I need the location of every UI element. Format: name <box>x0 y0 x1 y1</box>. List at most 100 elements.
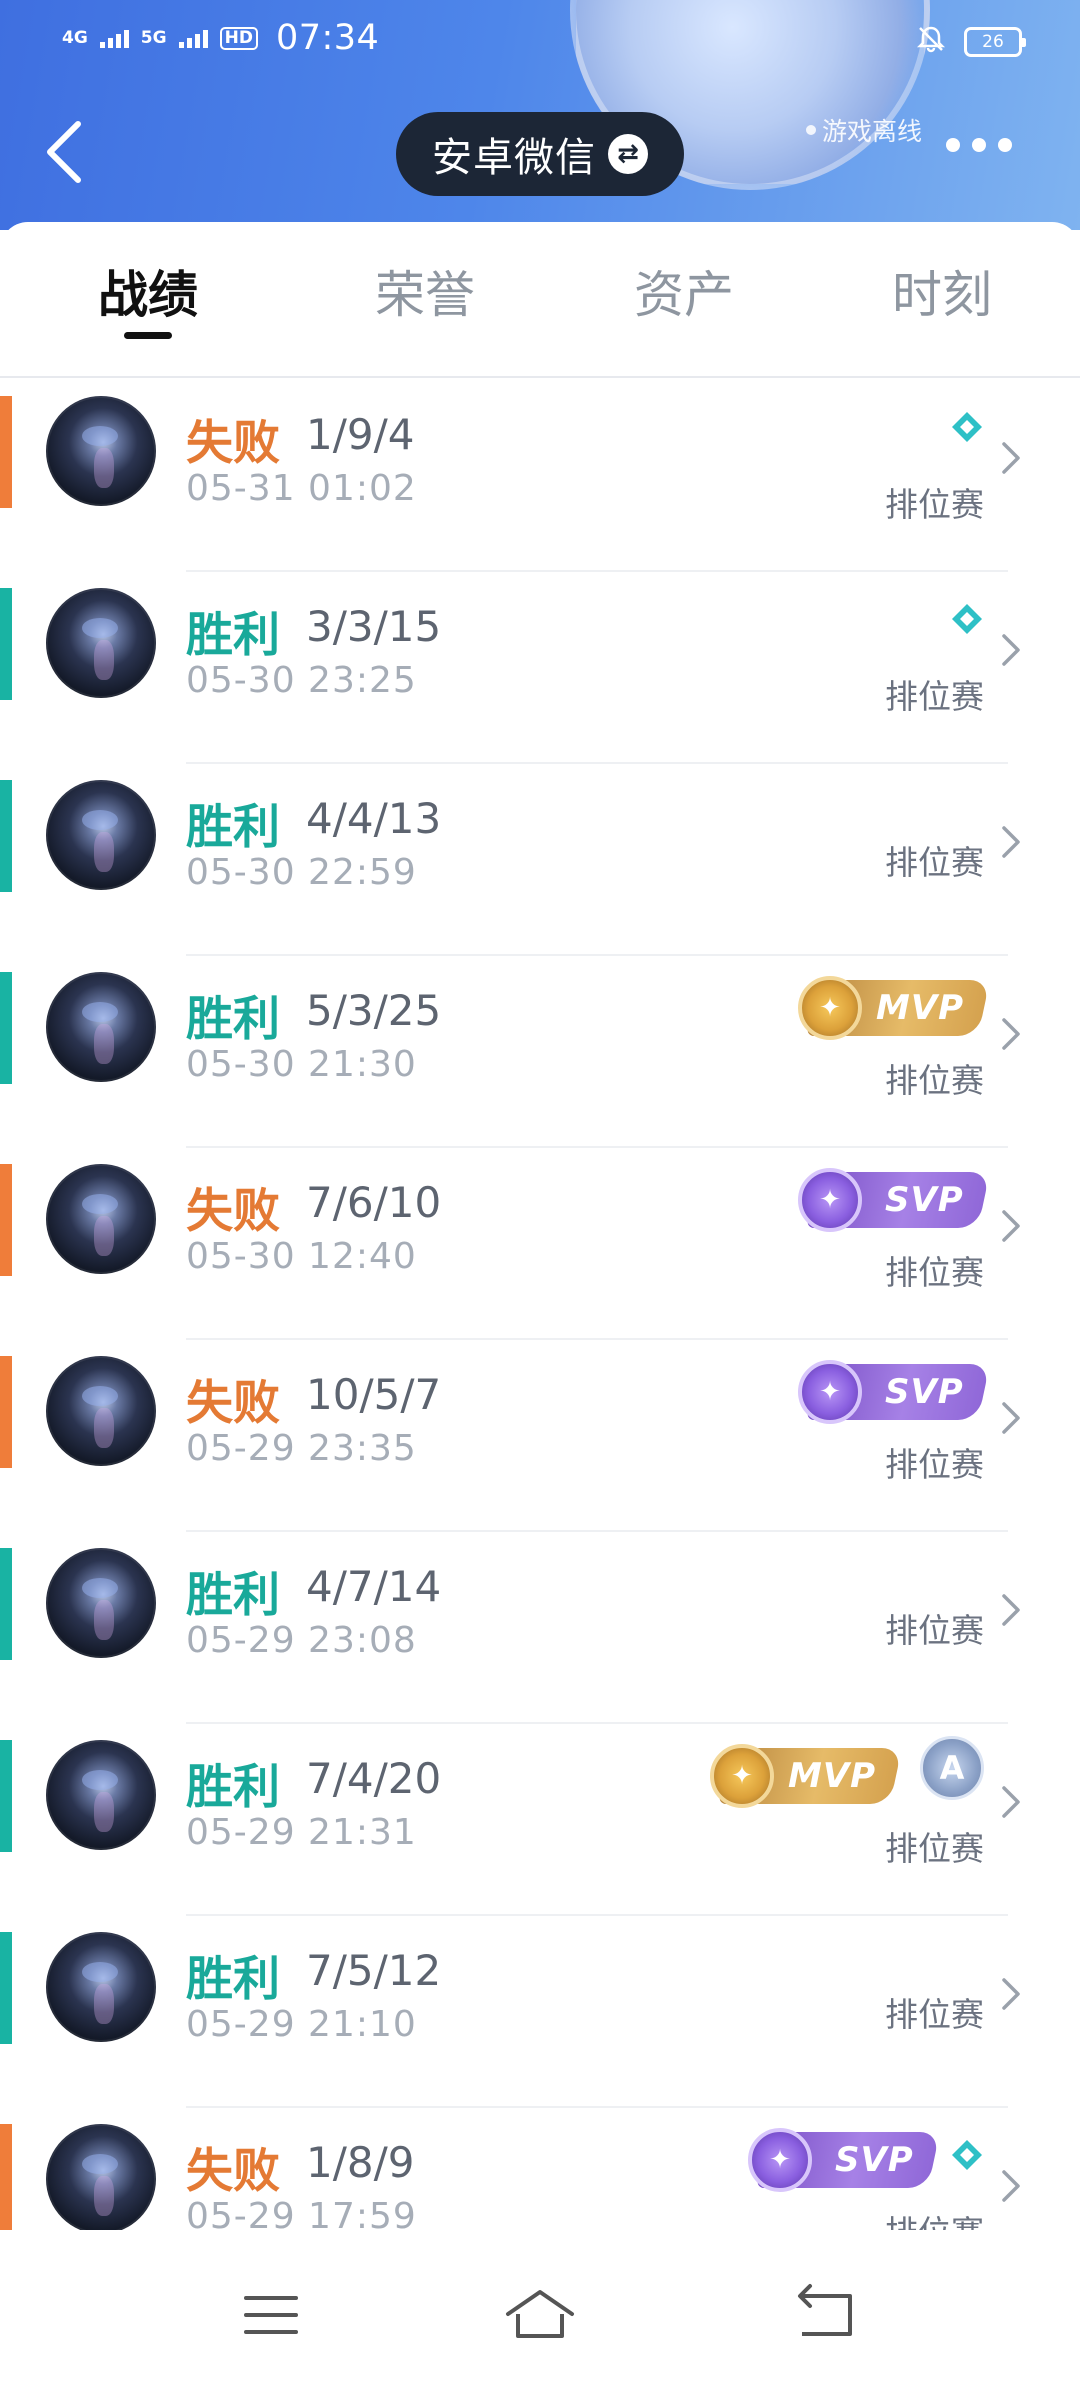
match-mode: 排位赛 <box>885 843 984 882</box>
network-5g-label: 5G <box>140 27 167 48</box>
match-kda: 1/8/9 <box>306 2138 415 2187</box>
match-result: 胜利 <box>186 1760 280 1815</box>
match-kda: 1/9/4 <box>306 410 415 459</box>
result-indicator-bar <box>0 780 12 892</box>
tab-bar: 战绩 荣誉 资产 时刻 <box>0 222 1080 378</box>
chevron-left-icon <box>47 121 81 183</box>
match-time: 05-31 01:02 <box>186 468 417 509</box>
chevron-right-icon <box>1002 1594 1020 1626</box>
match-mode: 排位赛 <box>885 1061 984 1100</box>
back-button[interactable] <box>38 112 94 192</box>
chevron-right-icon <box>1002 1978 1020 2010</box>
chevron-right-icon <box>1002 634 1020 666</box>
clock: 07:34 <box>275 18 380 58</box>
result-indicator-bar <box>0 972 12 1084</box>
match-result: 失败 <box>186 2144 280 2199</box>
chevron-right-icon <box>1002 826 1020 858</box>
svp-badge: SVP <box>798 1168 990 1232</box>
svp-badge: SVP <box>748 2128 940 2192</box>
match-row[interactable]: 失败 1/9/4 05-31 01:02 排位赛 <box>0 380 1080 572</box>
match-row[interactable]: 胜利 4/7/14 05-29 23:08 排位赛 <box>0 1532 1080 1724</box>
match-kda: 3/3/15 <box>306 602 442 651</box>
hero-avatar <box>46 1356 156 1466</box>
svp-badge: SVP <box>798 1360 990 1424</box>
bell-off-icon <box>916 24 946 59</box>
match-row[interactable]: 胜利 7/5/12 05-29 21:10 排位赛 <box>0 1916 1080 2108</box>
tab-moments[interactable]: 时刻 <box>862 222 1022 378</box>
hero-avatar <box>46 972 156 1082</box>
tab-records[interactable]: 战绩 <box>68 222 228 378</box>
swap-icon: ⇄ <box>608 134 648 174</box>
match-result: 胜利 <box>186 608 280 663</box>
match-row[interactable]: 胜利 7/4/20 05-29 21:31 A MVP 排位赛 <box>0 1724 1080 1916</box>
match-mode: 排位赛 <box>885 1995 984 2034</box>
account-switch-label: 安卓微信 <box>432 135 596 181</box>
hero-avatar <box>46 1548 156 1658</box>
result-indicator-bar <box>0 1740 12 1852</box>
match-row[interactable]: 失败 10/5/7 05-29 23:35 SVP 排位赛 <box>0 1340 1080 1532</box>
match-time: 05-29 21:31 <box>186 1812 417 1853</box>
match-kda: 5/3/25 <box>306 986 442 1035</box>
result-indicator-bar <box>0 1932 12 2044</box>
hero-avatar <box>46 588 156 698</box>
menu-button[interactable] <box>212 2230 332 2400</box>
match-time: 05-30 23:25 <box>186 660 417 701</box>
status-dot-icon <box>806 125 816 135</box>
more-dot <box>972 138 986 152</box>
match-kda: 4/4/13 <box>306 794 442 843</box>
network-4g-label: 4G <box>62 27 88 48</box>
offline-label: 游戏离线 <box>822 117 923 146</box>
match-row[interactable]: 胜利 3/3/15 05-30 23:25 排位赛 <box>0 572 1080 764</box>
match-kda: 7/6/10 <box>306 1178 442 1227</box>
hero-avatar <box>46 2124 156 2234</box>
match-mode: 排位赛 <box>885 485 984 524</box>
match-result: 胜利 <box>186 1952 280 2007</box>
home-icon <box>506 2290 574 2338</box>
account-switch-button[interactable]: 安卓微信 ⇄ <box>396 112 684 196</box>
mvp-medal-icon <box>798 976 862 1040</box>
menu-icon <box>244 2296 298 2334</box>
battery-icon: 26 <box>964 26 1026 57</box>
hero-avatar <box>46 780 156 890</box>
match-mode: 排位赛 <box>885 1829 984 1868</box>
match-mode: 排位赛 <box>885 1445 984 1484</box>
match-result: 胜利 <box>186 1568 280 1623</box>
mvp-badge: MVP <box>710 1744 902 1808</box>
match-row[interactable]: 胜利 4/4/13 05-30 22:59 排位赛 <box>0 764 1080 956</box>
tab-honors[interactable]: 荣誉 <box>345 222 505 378</box>
match-result: 胜利 <box>186 800 280 855</box>
svp-medal-icon <box>798 1168 862 1232</box>
match-kda: 10/5/7 <box>306 1370 442 1419</box>
match-time: 05-29 23:35 <box>186 1428 417 1469</box>
hero-avatar <box>46 396 156 506</box>
game-offline-status: 游戏离线 <box>806 112 922 148</box>
rank-diamond-icon <box>952 604 982 634</box>
header: 4G 5G HD 07:34 26 游戏离线 安卓微信 ⇄ <box>0 0 1080 230</box>
match-time: 05-30 22:59 <box>186 852 417 893</box>
match-result: 失败 <box>186 1376 280 1431</box>
status-bar: 4G 5G HD 07:34 26 <box>0 0 1080 86</box>
a-rank-badge: A <box>920 1736 984 1800</box>
match-result: 失败 <box>186 1184 280 1239</box>
match-row[interactable]: 胜利 5/3/25 05-30 21:30 MVP 排位赛 <box>0 956 1080 1148</box>
system-nav-bar <box>0 2230 1080 2400</box>
rank-diamond-icon <box>952 412 982 442</box>
result-indicator-bar <box>0 1548 12 1660</box>
match-row[interactable]: 失败 7/6/10 05-30 12:40 SVP 排位赛 <box>0 1148 1080 1340</box>
match-list[interactable]: 失败 1/9/4 05-31 01:02 排位赛 胜利 3/3/15 05-30… <box>0 380 1080 2300</box>
home-button[interactable] <box>480 2230 600 2400</box>
hero-avatar <box>46 1932 156 2042</box>
svp-medal-icon <box>798 1360 862 1424</box>
result-indicator-bar <box>0 1356 12 1468</box>
result-indicator-bar <box>0 1164 12 1276</box>
tab-assets[interactable]: 资产 <box>604 222 764 378</box>
chevron-right-icon <box>1002 1402 1020 1434</box>
rank-diamond-icon <box>952 2140 982 2170</box>
chevron-right-icon <box>1002 2170 1020 2202</box>
more-options-button[interactable] <box>946 138 1012 152</box>
nav-back-button[interactable] <box>766 2230 886 2400</box>
signal-icon <box>178 28 208 48</box>
mvp-badge: MVP <box>798 976 990 1040</box>
chevron-right-icon <box>1002 1018 1020 1050</box>
chevron-right-icon <box>1002 1786 1020 1818</box>
